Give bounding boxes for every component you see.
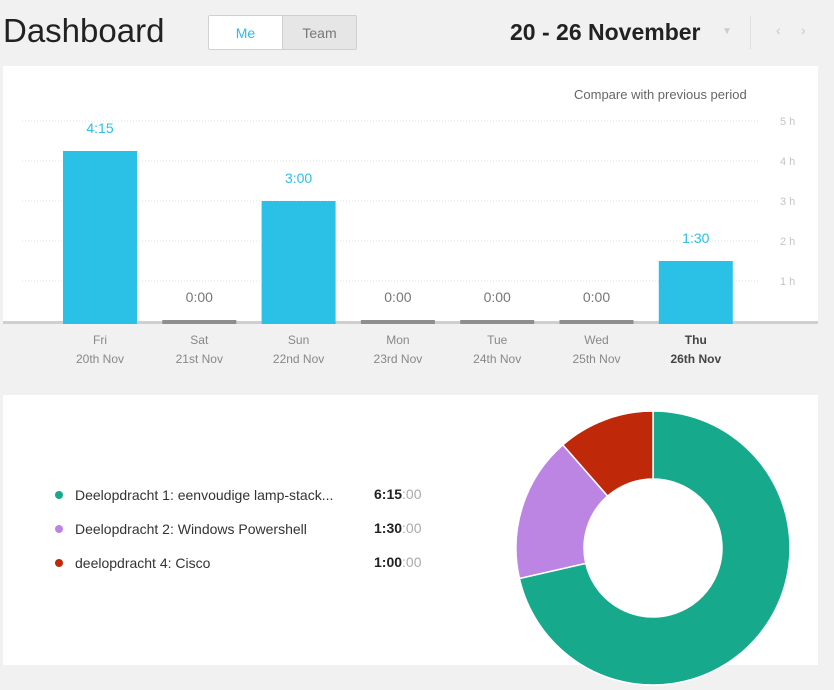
x-tick-day: Thu <box>685 333 707 347</box>
legend-duration: 6:15:00 <box>374 486 422 502</box>
duration-seconds: :00 <box>402 520 422 536</box>
legend-item-label: deelopdracht 4: Cisco <box>75 555 211 571</box>
x-tick-date: 22nd Nov <box>273 352 324 366</box>
legend-duration: 1:00:00 <box>374 554 422 570</box>
legend-item-label: Deelopdracht 1: eenvoudige lamp-stack... <box>75 487 334 503</box>
legend-item[interactable]: Deelopdracht 1: eenvoudige lamp-stack... <box>55 485 333 505</box>
x-tick-day: Mon <box>386 333 409 347</box>
x-tick-day: Fri <box>93 333 107 347</box>
duration-main: 6:15 <box>374 486 403 502</box>
duration-seconds: :00 <box>402 486 422 502</box>
bar-value-label: 3:00 <box>285 170 312 186</box>
bar[interactable] <box>658 261 733 324</box>
bar-value-label: 4:15 <box>86 120 113 136</box>
x-tick-day: Tue <box>487 333 508 347</box>
x-tick-date: 26th Nov <box>670 352 721 366</box>
bar-value-label: 0:00 <box>484 289 511 305</box>
x-tick-date: 25th Nov <box>572 352 620 366</box>
x-tick-day: Sat <box>190 333 209 347</box>
x-tick-day: Wed <box>584 333 608 347</box>
bar-value-label: 1:30 <box>682 230 709 246</box>
y-tick-label: 1 h <box>780 276 795 288</box>
x-tick-date: 24th Nov <box>473 352 521 366</box>
legend-item[interactable]: Deelopdracht 2: Windows Powershell <box>55 519 307 539</box>
x-tick-day: Sun <box>288 333 309 347</box>
legend-dot-icon <box>55 525 63 533</box>
x-tick-date: 23rd Nov <box>374 352 423 366</box>
duration-main: 1:00 <box>374 554 403 570</box>
bar-value-label: 0:00 <box>186 289 213 305</box>
legend-dot-icon <box>55 559 63 567</box>
daily-bar-chart: 1 h 2 h 3 h 4 h 5 h 4:15 Fri 20th Nov 0:00 Sat 21s… <box>22 116 795 366</box>
bar[interactable] <box>559 320 634 324</box>
bar[interactable] <box>63 151 137 324</box>
y-tick-label: 3 h <box>780 196 795 208</box>
bar-value-label: 0:00 <box>384 289 411 305</box>
bar[interactable] <box>460 320 535 324</box>
bar-value-label: 0:00 <box>583 289 610 305</box>
legend-duration: 1:30:00 <box>374 520 422 536</box>
bar[interactable] <box>261 201 336 324</box>
bar[interactable] <box>360 320 435 324</box>
y-tick-label: 4 h <box>780 156 795 168</box>
bar[interactable] <box>162 320 237 324</box>
legend-item[interactable]: deelopdracht 4: Cisco <box>55 553 210 573</box>
x-tick-date: 21st Nov <box>176 352 223 366</box>
y-tick-label: 2 h <box>780 236 795 248</box>
x-tick-date: 20th Nov <box>76 352 124 366</box>
legend-dot-icon <box>55 491 63 499</box>
y-tick-label: 5 h <box>780 116 795 128</box>
duration-seconds: :00 <box>402 554 422 570</box>
duration-main: 1:30 <box>374 520 403 536</box>
legend-item-label: Deelopdracht 2: Windows Powershell <box>75 521 307 537</box>
